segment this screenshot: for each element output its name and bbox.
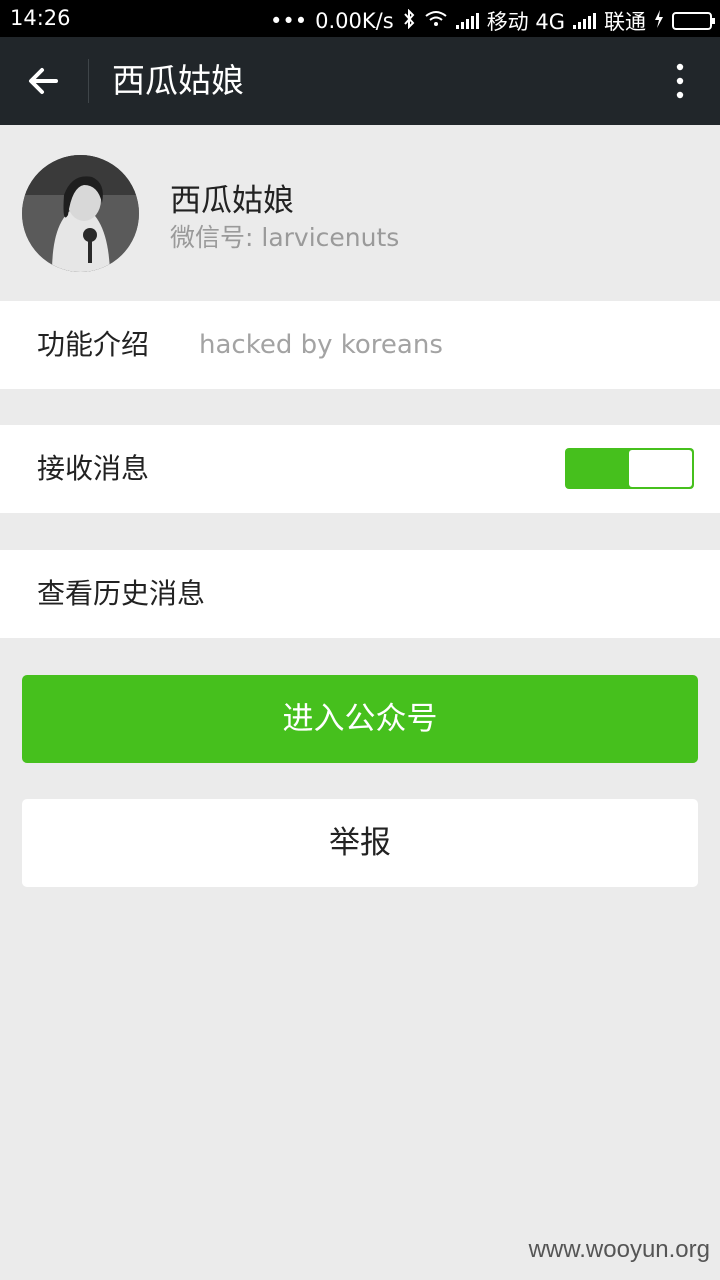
view-history-row[interactable]: 查看历史消息 xyxy=(0,550,720,638)
app-bar: 西瓜姑娘 xyxy=(0,37,720,125)
function-intro-label: 功能介绍 xyxy=(37,328,150,361)
toggle-knob xyxy=(629,450,692,487)
status-bar: 14:26 ••• 0.00K/s 移动 4G 联通 xyxy=(0,0,720,37)
signal-icon xyxy=(455,13,479,29)
net-speed: 0.00K/s xyxy=(315,9,394,33)
battery-icon xyxy=(672,12,715,30)
avatar[interactable] xyxy=(22,155,139,272)
watermark: www.wooyun.org xyxy=(528,1236,710,1263)
receive-messages-label: 接收消息 xyxy=(37,452,150,485)
bluetooth-icon xyxy=(402,8,416,34)
report-button[interactable]: 举报 xyxy=(22,799,698,887)
page-title: 西瓜姑娘 xyxy=(112,61,244,100)
receive-messages-toggle[interactable] xyxy=(565,448,694,489)
more-dots: ••• xyxy=(269,9,308,33)
more-menu-icon[interactable] xyxy=(670,59,690,103)
appbar-divider xyxy=(88,59,89,103)
function-intro-value: hacked by koreans xyxy=(199,330,443,360)
enter-account-button[interactable]: 进入公众号 xyxy=(22,675,698,763)
receive-messages-row: 接收消息 xyxy=(0,425,720,513)
status-icons: ••• 0.00K/s 移动 4G 联通 xyxy=(269,6,715,36)
function-intro-row: 功能介绍 hacked by koreans xyxy=(0,301,720,389)
back-arrow-icon[interactable] xyxy=(22,59,66,103)
signal-icon-2 xyxy=(573,13,596,29)
profile-header: 西瓜姑娘 微信号: larvicenuts xyxy=(0,125,720,301)
carrier-2: 联通 xyxy=(604,10,646,34)
wechat-id: 微信号: larvicenuts xyxy=(170,223,400,252)
status-time: 14:26 xyxy=(10,6,71,30)
wifi-icon xyxy=(424,9,448,33)
charging-icon xyxy=(654,9,664,33)
carrier-1: 移动 4G xyxy=(486,10,565,34)
account-name: 西瓜姑娘 xyxy=(170,183,294,219)
view-history-label: 查看历史消息 xyxy=(37,577,206,610)
